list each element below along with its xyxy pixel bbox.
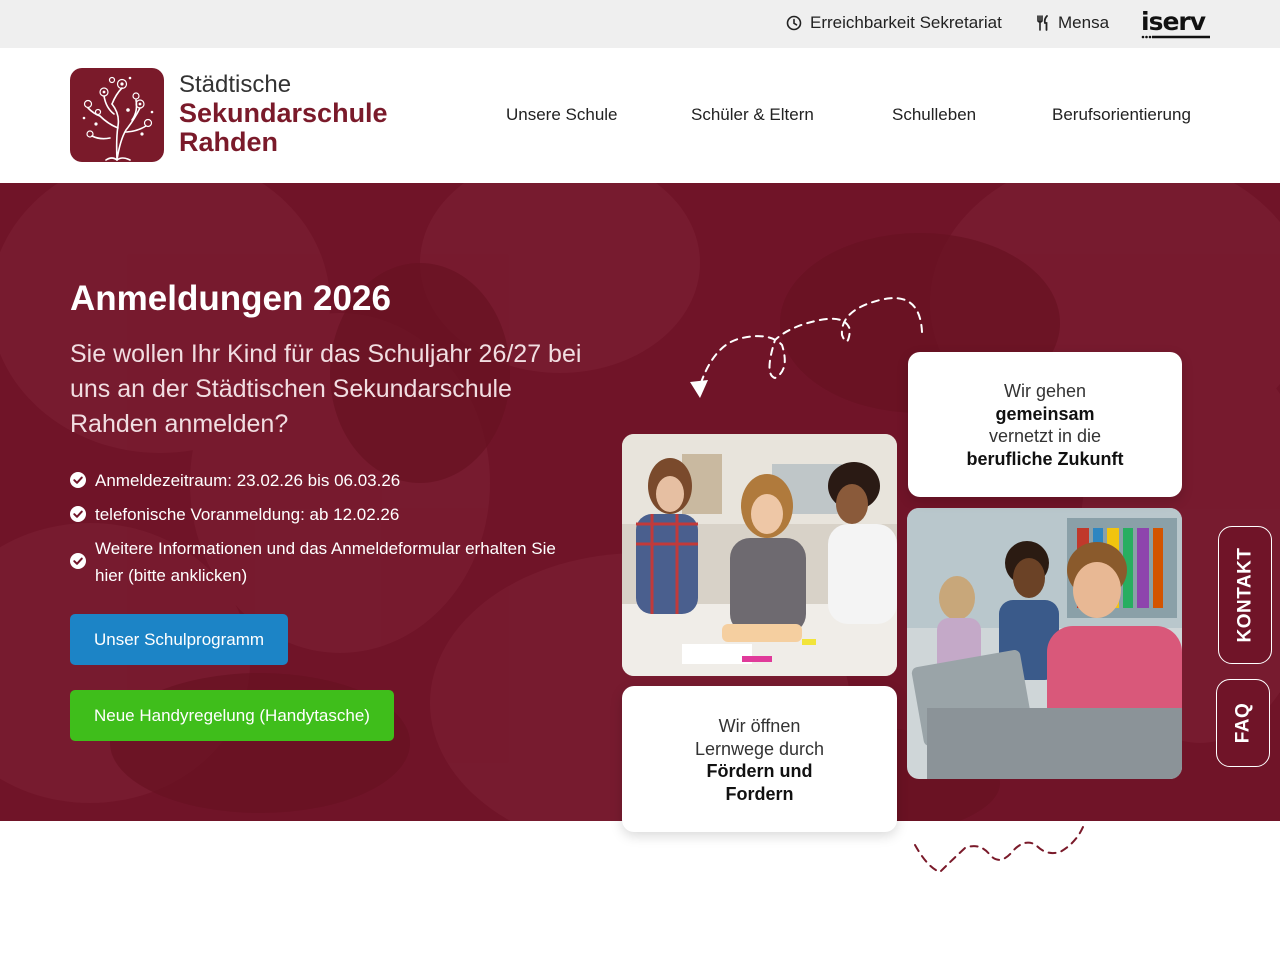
hero-lead: Sie wollen Ihr Kind für das Schuljahr 26…: [70, 340, 582, 438]
school-name-line2: Sekundarschule: [179, 98, 388, 128]
students-studying-photo: [622, 434, 897, 676]
list-item-text: Weitere Informationen und das Anmeldefor…: [95, 539, 556, 585]
iserv-logo[interactable]: iserv: [1140, 8, 1212, 40]
nav-schulleben[interactable]: Schulleben: [892, 105, 976, 125]
registration-form-link[interactable]: Weitere Informationen und das Anmeldefor…: [70, 535, 570, 589]
list-item-text: Anmeldezeitraum: 23.02.26 bis 06.03.26: [95, 471, 401, 490]
faq-tab-label: FAQ: [1232, 702, 1253, 744]
nav-schueler-eltern[interactable]: Schüler & Eltern: [691, 105, 814, 125]
tree-icon: [82, 76, 154, 162]
school-name-line3: Rahden: [179, 127, 279, 157]
network-future-card: Wir gehen gemeinsam vernetzt in die beru…: [908, 352, 1182, 497]
school-name-line1: Städtische: [179, 71, 292, 98]
card-text-line: gemeinsam: [995, 403, 1095, 424]
learning-paths-card: Wir öffnen Lernwege durch Fördern und Fo…: [622, 686, 897, 832]
card-text-line: Lernwege durch: [694, 738, 825, 759]
clock-icon: [786, 15, 802, 31]
card-text-line: Wir gehen: [1003, 381, 1087, 401]
kontakt-tab-label: KONTAKT: [1234, 547, 1255, 643]
utility-bar: Erreichbarkeit Sekretariat Mensa iserv: [0, 0, 1280, 48]
check-circle-icon: [70, 472, 86, 488]
card-text-line: vernetzt in die: [988, 426, 1102, 446]
card-text-line: Fördern und: [706, 761, 813, 781]
list-item: Anmeldezeitraum: 23.02.26 bis 06.03.26: [70, 467, 570, 494]
kontakt-tab[interactable]: KONTAKT: [1218, 526, 1272, 664]
hero-title: Anmeldungen 2026: [70, 279, 391, 318]
cutlery-icon: [1037, 15, 1048, 31]
list-item-text: telefonische Voranmeldung: ab 12.02.26: [95, 505, 400, 524]
registration-info-list: Anmeldezeitraum: 23.02.26 bis 06.03.26 t…: [70, 467, 570, 596]
card-text-line: Wir öffnen: [718, 716, 801, 736]
iserv-logo-text: iserv: [1141, 8, 1206, 36]
check-circle-icon: [70, 506, 86, 522]
mensa-link[interactable]: Mensa: [1036, 13, 1109, 33]
nav-berufsorientierung[interactable]: Berufsorientierung: [1052, 105, 1191, 125]
card-text-line: Fordern: [725, 783, 794, 804]
site-header: Städtische Sekundarschule Rahden Unsere …: [0, 48, 1280, 183]
card-text-line: berufliche Zukunft: [966, 448, 1124, 469]
handyregelung-button[interactable]: Neue Handyregelung (Handytasche): [70, 690, 394, 741]
school-logo-emblem[interactable]: [70, 68, 164, 162]
sekretariat-link[interactable]: Erreichbarkeit Sekretariat: [786, 13, 1002, 33]
sekretariat-label: Erreichbarkeit Sekretariat: [810, 13, 1002, 32]
school-name[interactable]: Städtische Sekundarschule Rahden: [179, 70, 388, 157]
check-circle-icon: [70, 553, 86, 569]
students-laptop-photo: [907, 508, 1182, 779]
mensa-label: Mensa: [1058, 13, 1110, 32]
nav-unsere-schule[interactable]: Unsere Schule: [506, 105, 618, 125]
list-item: telefonische Voranmeldung: ab 12.02.26: [70, 501, 570, 528]
faq-tab[interactable]: FAQ: [1216, 679, 1270, 767]
schulprogramm-button[interactable]: Unser Schulprogramm: [70, 614, 289, 665]
